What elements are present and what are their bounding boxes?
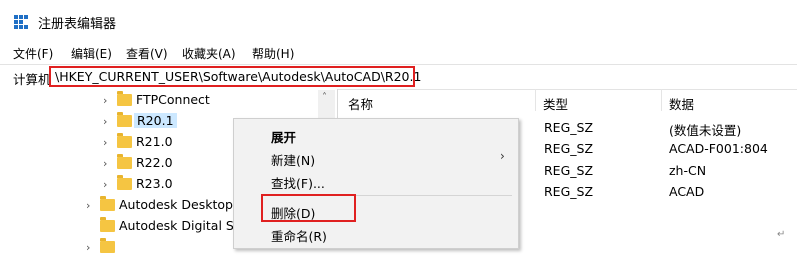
column-separator[interactable] [661, 89, 662, 111]
expand-chevron-icon[interactable]: › [103, 157, 107, 170]
expand-chevron-icon[interactable]: › [103, 178, 107, 191]
tree-item-label: R21.0 [136, 134, 173, 149]
title-bar: 注册表编辑器 [0, 0, 797, 40]
folder-icon [117, 154, 132, 169]
column-separator[interactable] [535, 89, 536, 111]
cell-data: ACAD [669, 184, 705, 199]
scroll-up-icon[interactable]: ˄ [322, 92, 327, 103]
expand-chevron-icon[interactable]: › [103, 94, 107, 107]
tree-item-ftpconnect[interactable]: › FTPConnect [103, 91, 318, 111]
expand-chevron-icon[interactable]: › [86, 241, 90, 254]
address-prefix: 计算机 [13, 72, 51, 87]
menu-edit[interactable]: 编辑(E) [71, 45, 112, 62]
tree-item-label: R22.0 [136, 155, 173, 170]
folder-icon [117, 175, 132, 190]
tree-item-label: FTPConnect [136, 92, 210, 107]
context-item-rename[interactable]: 重命名(R) [271, 226, 327, 245]
expand-chevron-icon[interactable]: › [103, 115, 107, 128]
cell-data: zh-CN [669, 163, 707, 178]
folder-icon [100, 238, 115, 253]
menu-view[interactable]: 查看(V) [126, 45, 168, 62]
menu-favorites[interactable]: 收藏夹(A) [182, 45, 236, 62]
folder-icon [117, 91, 132, 106]
cell-type: REG_SZ [544, 163, 594, 178]
tree-item-label: R20.1 [134, 113, 177, 128]
submenu-arrow-icon: › [500, 149, 505, 163]
window-title: 注册表编辑器 [38, 17, 117, 32]
folder-icon [117, 112, 132, 127]
cell-data: (数值未设置) [669, 123, 742, 138]
delete-highlight-box [261, 194, 356, 222]
menu-help[interactable]: 帮助(H) [252, 45, 294, 62]
regedit-app-icon [14, 15, 29, 30]
return-icon: ↵ [777, 229, 786, 240]
cell-type: REG_SZ [544, 184, 594, 199]
cell-type: REG_SZ [544, 120, 594, 135]
context-item-find[interactable]: 查找(F)... [271, 173, 325, 192]
address-highlight-box [49, 66, 415, 87]
expand-chevron-icon[interactable]: › [86, 199, 90, 212]
column-header-type[interactable]: 类型 [543, 94, 568, 113]
folder-icon [100, 217, 115, 232]
menu-file[interactable]: 文件(F) [13, 45, 53, 62]
tree-item-label: R23.0 [136, 176, 173, 191]
expand-chevron-icon[interactable]: › [103, 136, 107, 149]
context-menu: 展开 新建(N) › 查找(F)... 删除(D) 重命名(R) [233, 118, 519, 249]
column-header-name[interactable]: 名称 [348, 94, 373, 113]
column-header-data[interactable]: 数据 [669, 94, 694, 113]
tree-item-label: Autodesk Desktop [119, 197, 233, 212]
folder-icon [117, 133, 132, 148]
cell-data: ACAD-F001:804 [669, 141, 768, 156]
context-item-expand[interactable]: 展开 [271, 127, 296, 146]
menu-bar: 文件(F) 编辑(E) 查看(V) 收藏夹(A) 帮助(H) [0, 42, 797, 64]
tree-item-label: Autodesk Digital Si [119, 218, 238, 233]
folder-icon [100, 196, 115, 211]
cell-type: REG_SZ [544, 141, 594, 156]
context-item-new[interactable]: 新建(N) [271, 150, 315, 169]
